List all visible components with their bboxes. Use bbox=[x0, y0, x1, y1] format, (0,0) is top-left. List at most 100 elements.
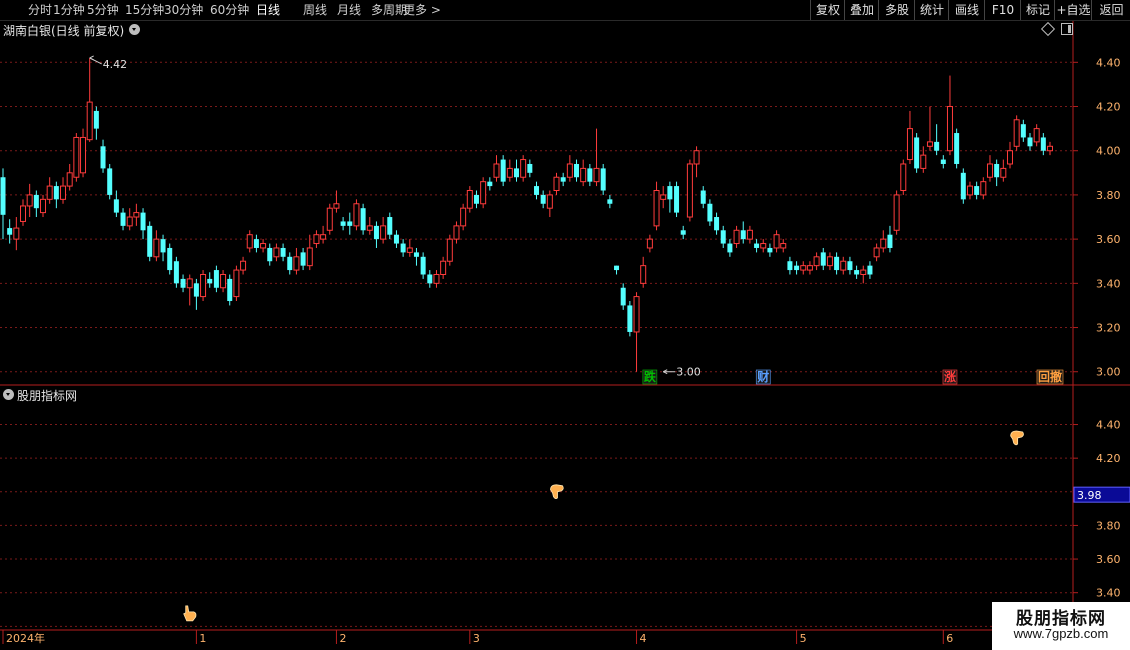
candle-body-up bbox=[86, 101, 93, 141]
indicator-title: 股朋指标网 bbox=[17, 389, 78, 403]
candle-body-down bbox=[534, 186, 540, 195]
candle-body-down bbox=[413, 252, 419, 257]
candle-body-down bbox=[1020, 124, 1026, 138]
candle-body-down bbox=[287, 256, 293, 271]
candle-body-up bbox=[633, 296, 640, 333]
candle-body-up bbox=[873, 247, 880, 258]
candle-body-down bbox=[614, 265, 620, 271]
candle-body-up bbox=[366, 225, 373, 231]
candle-body-down bbox=[147, 225, 153, 257]
candle-body-down bbox=[540, 194, 546, 204]
candle-body-down bbox=[707, 203, 713, 222]
candle-body-down bbox=[754, 243, 760, 248]
candle-body-up bbox=[320, 234, 327, 240]
event-tag-label: 涨 bbox=[944, 369, 956, 384]
candle-body-up bbox=[306, 247, 313, 267]
sub-y-tick-label: 3.60 bbox=[1096, 553, 1121, 566]
candle-body-up bbox=[1000, 167, 1007, 178]
annotation-label: 3.00 bbox=[676, 366, 701, 379]
candle-body-up bbox=[20, 205, 27, 222]
candle-body-up bbox=[813, 256, 820, 267]
candle-body-down bbox=[347, 221, 353, 226]
candle-body-up bbox=[840, 260, 847, 271]
candle-body-down bbox=[100, 146, 106, 169]
candle-body-down bbox=[193, 283, 199, 297]
event-tag-label: 回撤 bbox=[1038, 369, 1062, 384]
time-axis-label: 4 bbox=[640, 632, 647, 645]
sub-y-tick-label: 3.40 bbox=[1096, 587, 1121, 600]
candle-body-up bbox=[640, 265, 647, 284]
candle-body-down bbox=[400, 243, 406, 253]
candle-body-up bbox=[353, 203, 360, 227]
candle-body-down bbox=[954, 133, 960, 164]
candle-body-down bbox=[360, 208, 366, 231]
candle-body-up bbox=[800, 265, 807, 271]
candle-body-up bbox=[1033, 128, 1040, 143]
candle-body-down bbox=[600, 168, 606, 191]
candle-body-down bbox=[960, 172, 966, 200]
main-title-dropdown-icon[interactable] bbox=[129, 24, 140, 35]
candle-body-up bbox=[326, 207, 333, 231]
candle-body-up bbox=[920, 154, 927, 169]
candle-body-up bbox=[200, 273, 207, 298]
window-toggle-icon[interactable] bbox=[1061, 23, 1073, 35]
current-value-label: 3.98 bbox=[1077, 489, 1102, 502]
candle-body-up bbox=[186, 278, 193, 289]
candle-body-up bbox=[693, 150, 700, 165]
sub-title-dropdown-icon[interactable] bbox=[3, 389, 14, 400]
candle-body-up bbox=[893, 194, 900, 231]
candle-body-up bbox=[926, 141, 933, 147]
candle-body-down bbox=[53, 186, 59, 200]
candle-body-down bbox=[107, 168, 113, 195]
candle-body-up bbox=[553, 176, 560, 192]
sub-y-tick-label: 3.80 bbox=[1096, 519, 1121, 532]
candle-body-down bbox=[167, 247, 173, 271]
candle-body-down bbox=[714, 217, 720, 231]
candle-body-up bbox=[406, 247, 413, 253]
time-axis-label: 6 bbox=[946, 632, 953, 645]
candle-body-up bbox=[506, 167, 513, 178]
candle-body-up bbox=[40, 198, 47, 214]
candle-body-up bbox=[133, 212, 140, 218]
candle-body-down bbox=[253, 239, 259, 248]
candle-body-up bbox=[446, 238, 453, 262]
candle-body-up bbox=[153, 238, 160, 258]
candle-body-down bbox=[574, 163, 580, 178]
candle-body-down bbox=[500, 159, 506, 182]
main-y-tick-label: 4.20 bbox=[1096, 101, 1121, 114]
candle-body-up bbox=[73, 136, 80, 178]
candle-body-down bbox=[914, 137, 920, 169]
pointer-hand-icon bbox=[183, 605, 197, 622]
candle-body-down bbox=[974, 186, 980, 195]
candle-body-down bbox=[7, 228, 13, 235]
candle-body-up bbox=[760, 243, 767, 249]
candle-body-down bbox=[267, 247, 273, 262]
candle-body-down bbox=[794, 265, 800, 271]
candle-body-up bbox=[313, 234, 320, 245]
candle-body-down bbox=[867, 265, 873, 275]
candle-body-down bbox=[587, 168, 593, 182]
candle-body-up bbox=[566, 163, 573, 178]
candle-body-up bbox=[906, 128, 913, 161]
candle-body-down bbox=[720, 230, 726, 244]
candle-body-up bbox=[806, 265, 813, 271]
candle-body-up bbox=[46, 185, 53, 200]
candle-body-down bbox=[847, 261, 853, 271]
main-y-tick-label: 3.60 bbox=[1096, 233, 1121, 246]
candle-body-up bbox=[746, 229, 753, 240]
candle-body-down bbox=[820, 252, 826, 266]
main-y-tick-label: 3.20 bbox=[1096, 322, 1121, 335]
event-tag-label: 财 bbox=[756, 369, 769, 384]
candle-body-down bbox=[473, 194, 479, 204]
candle-body-down bbox=[120, 212, 126, 226]
candle-body-up bbox=[900, 163, 907, 192]
candle-body-down bbox=[160, 239, 166, 253]
candle-body-down bbox=[887, 234, 893, 248]
candle-body-up bbox=[653, 190, 660, 227]
candle-body-down bbox=[1027, 137, 1033, 147]
event-tag-label: 跌 bbox=[644, 369, 657, 384]
watermark: 股朋指标网 www.7gpzb.com bbox=[992, 602, 1130, 650]
candle-body-up bbox=[126, 216, 133, 227]
candle-body-up bbox=[220, 273, 227, 289]
candle-body-up bbox=[260, 243, 267, 249]
